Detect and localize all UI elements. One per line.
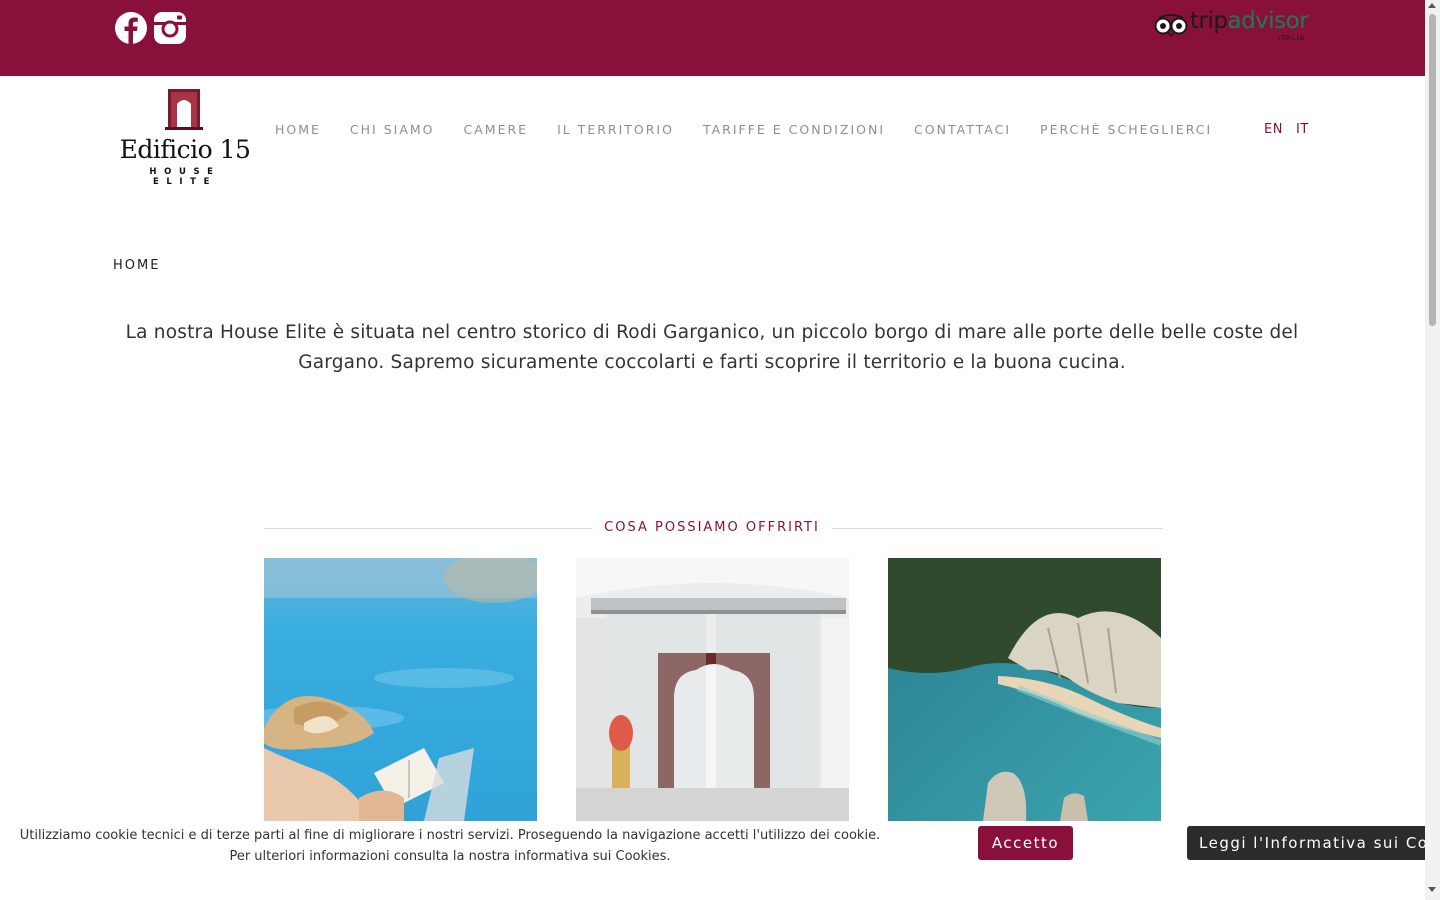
nav-item-contattaci[interactable]: CONTATTACI xyxy=(914,122,1011,137)
cookie-message-line-1: Utilizziamo cookie tecnici e di terze pa… xyxy=(19,828,881,843)
gargano-coast-beach-image xyxy=(888,558,1161,821)
nav-item-chi-siamo[interactable]: CHI SIAMO xyxy=(350,122,435,137)
scroll-up-arrow-icon[interactable] xyxy=(1428,3,1436,8)
facebook-icon[interactable] xyxy=(114,11,148,49)
language-it-link[interactable]: IT xyxy=(1296,122,1309,137)
page-scrollbar[interactable] xyxy=(1425,0,1440,900)
nav-item-perche-scheglierci[interactable]: PERCHÈ SCHEGLIERCI xyxy=(1040,122,1212,137)
glass-entrance-door-image xyxy=(576,558,849,821)
instagram-icon[interactable] xyxy=(153,11,187,49)
scrollbar-thumb[interactable] xyxy=(1429,14,1436,326)
cookie-message-line-2: Per ulteriori informazioni consulta la n… xyxy=(229,849,671,864)
offer-card-coast[interactable] xyxy=(888,558,1161,821)
offer-card-pool[interactable] xyxy=(264,558,537,821)
tripadvisor-country: ITALIA xyxy=(1278,34,1306,42)
nav-item-camere[interactable]: CAMERE xyxy=(464,122,529,137)
accept-cookies-button[interactable]: Accetto xyxy=(978,826,1073,860)
offers-section-title: COSA POSSIAMO OFFRIRTI xyxy=(604,520,820,535)
nav-item-il-territorio[interactable]: IL TERRITORIO xyxy=(557,122,674,137)
section-divider-left xyxy=(264,528,592,529)
cookie-banner: Utilizziamo cookie tecnici e di terze pa… xyxy=(0,821,1425,900)
breadcrumb: HOME xyxy=(113,258,161,273)
site-logo[interactable]: Edificio 15 HOUSE ELITE xyxy=(116,88,254,187)
language-en-link[interactable]: EN xyxy=(1264,122,1283,137)
offer-card-entrance[interactable] xyxy=(576,558,849,821)
logo-name: Edificio 15 xyxy=(119,135,251,164)
top-bar: tripadvisor ITALIA xyxy=(0,0,1425,76)
cookie-policy-button[interactable]: Leggi l'Informativa sui Cookies xyxy=(1187,826,1425,860)
nav-item-tariffe-e-condizioni[interactable]: TARIFFE E CONDIZIONI xyxy=(703,122,885,137)
intro-paragraph: La nostra House Elite è situata nel cent… xyxy=(125,322,1299,373)
scroll-down-arrow-icon[interactable] xyxy=(1428,887,1436,892)
logo-tagline: HOUSE ELITE xyxy=(149,167,221,187)
woman-reading-by-pool-image xyxy=(264,558,537,821)
nav-item-home[interactable]: HOME xyxy=(275,122,321,137)
main-navigation: HOME CHI SIAMO CAMERE IL TERRITORIO TARI… xyxy=(275,122,1241,137)
section-divider-right xyxy=(832,528,1163,529)
cookie-message: Utilizziamo cookie tecnici e di terze pa… xyxy=(0,825,900,867)
tripadvisor-wordmark: tripadvisor xyxy=(1190,8,1309,34)
tripadvisor-logo[interactable]: tripadvisor ITALIA xyxy=(1154,8,1314,46)
